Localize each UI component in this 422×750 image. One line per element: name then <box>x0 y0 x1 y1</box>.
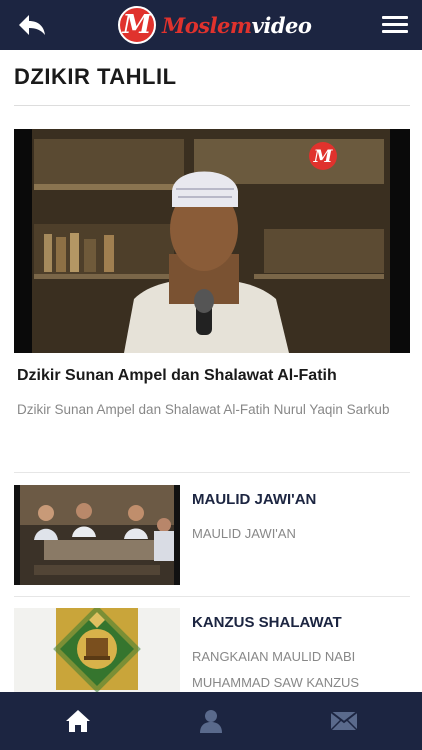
app-logo[interactable]: M Moslemvideo <box>118 4 312 46</box>
logo-wordmark-part1: Moslem <box>162 12 252 38</box>
video-thumbnail[interactable] <box>14 608 180 692</box>
video-list-item[interactable]: KANZUS SHALAWAT RANGKAIAN MAULID NABI MU… <box>14 608 410 692</box>
logo-wordmark-part2: video <box>251 12 312 38</box>
user-icon <box>200 710 222 733</box>
featured-video-card[interactable]: M Dzikir Sunan Ampel dan Shalawat Al-Fat… <box>14 129 410 423</box>
video-description: MAULID JAWI'AN <box>192 526 296 541</box>
home-icon <box>66 710 90 732</box>
mail-icon <box>330 711 358 731</box>
featured-video-title[interactable]: Dzikir Sunan Ampel dan Shalawat Al-Fatih <box>14 367 410 385</box>
video-list-item[interactable]: MAULID JAWI'AN MAULID JAWI'AN <box>14 485 410 585</box>
featured-video-description: Dzikir Sunan Ampel dan Shalawat Al-Fatih… <box>17 402 390 417</box>
nav-message-button[interactable] <box>274 692 414 750</box>
divider <box>14 472 410 473</box>
divider <box>14 596 410 597</box>
watermark-logo: M <box>313 147 334 167</box>
nav-home-button[interactable] <box>8 692 148 750</box>
top-app-bar: M Moslemvideo <box>0 0 422 50</box>
back-arrow-icon <box>19 15 45 35</box>
hamburger-menu-icon <box>382 16 408 33</box>
nav-profile-button[interactable] <box>141 692 281 750</box>
logo-wordmark: Moslemvideo <box>162 12 312 38</box>
video-description: RANGKAIAN MAULID NABI MUHAMMAD SAW KANZU… <box>192 649 360 690</box>
divider <box>14 105 410 106</box>
back-button[interactable] <box>12 8 52 42</box>
menu-button[interactable] <box>382 12 408 38</box>
featured-thumbnail-image: M <box>14 129 410 353</box>
page-title: DZIKIR TAHLIL <box>14 64 177 89</box>
thumbnail-image <box>14 485 180 585</box>
video-title[interactable]: KANZUS SHALAWAT <box>192 614 342 631</box>
bottom-navigation-bar <box>0 692 422 750</box>
video-thumbnail[interactable] <box>14 485 180 585</box>
featured-video-thumbnail[interactable]: M <box>14 129 410 353</box>
thumbnail-image <box>14 608 180 692</box>
logo-badge: M <box>118 6 156 44</box>
content-area[interactable]: DZIKIR TAHLIL M Dzikir Sunan Ampel dan S… <box>0 50 422 692</box>
video-title[interactable]: MAULID JAWI'AN <box>192 491 316 508</box>
